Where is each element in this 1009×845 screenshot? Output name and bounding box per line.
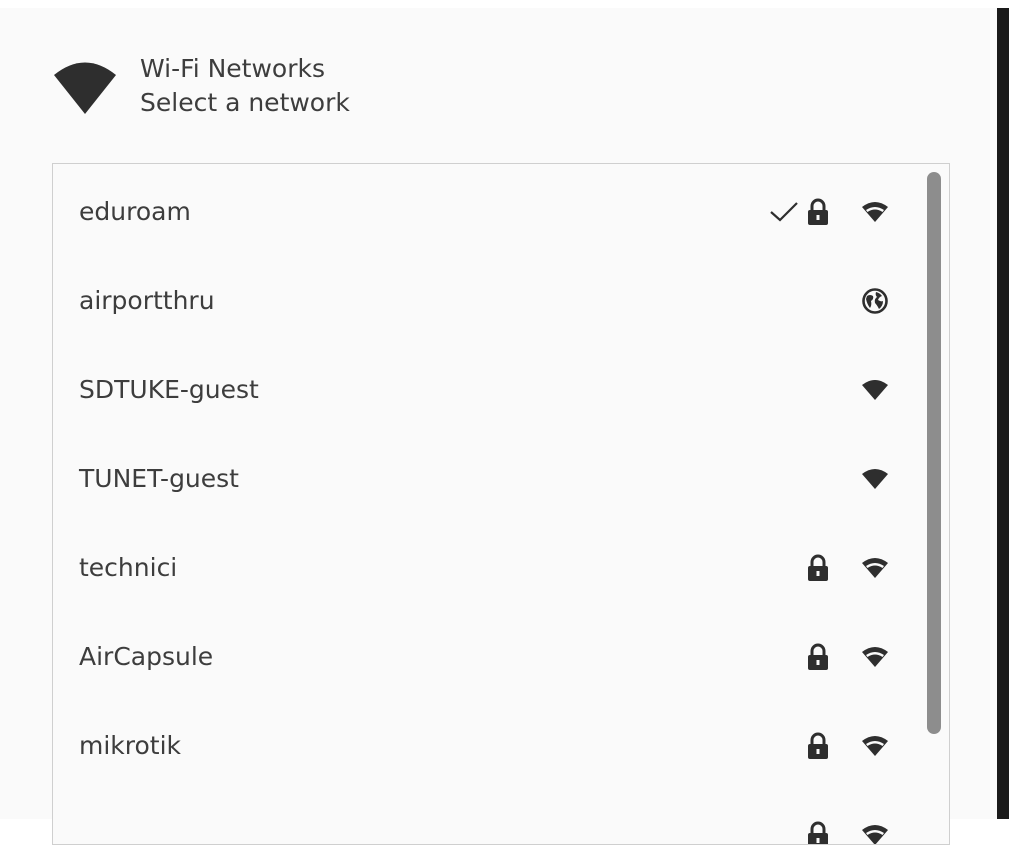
window-edge	[997, 8, 1009, 819]
globe-icon	[859, 284, 891, 318]
lock-icon	[805, 551, 831, 585]
wifi-signal-icon	[859, 195, 891, 229]
dialog-subtitle: Select a network	[140, 86, 350, 120]
network-name: technici	[79, 553, 177, 582]
lock-icon	[805, 818, 831, 845]
network-row[interactable]: TUNET-guest	[53, 434, 921, 523]
wifi-signal-icon	[859, 462, 891, 496]
wifi-signal-icon	[859, 373, 891, 407]
header-text: Wi-Fi Networks Select a network	[140, 52, 350, 120]
lock-icon	[805, 195, 831, 229]
network-row[interactable]: technici	[53, 523, 921, 612]
network-list[interactable]: eduroam airportthru SDTUKE-guest TUNET-gues…	[52, 163, 950, 845]
network-name: AirCapsule	[79, 642, 213, 671]
network-row[interactable]	[53, 790, 921, 845]
lock-icon	[805, 640, 831, 674]
network-name: mikrotik	[79, 731, 181, 760]
lock-icon	[805, 729, 831, 763]
wifi-signal-icon	[859, 551, 891, 585]
network-name: eduroam	[79, 197, 191, 226]
wifi-signal-icon	[859, 640, 891, 674]
network-row[interactable]: eduroam	[53, 167, 921, 256]
wifi-signal-icon	[859, 818, 891, 845]
network-row[interactable]: AirCapsule	[53, 612, 921, 701]
network-name: airportthru	[79, 286, 215, 315]
network-name: SDTUKE-guest	[79, 375, 259, 404]
wifi-signal-icon	[859, 729, 891, 763]
network-row[interactable]: airportthru	[53, 256, 921, 345]
dialog-title: Wi-Fi Networks	[140, 52, 350, 86]
top-strip	[0, 0, 997, 8]
network-row[interactable]: SDTUKE-guest	[53, 345, 921, 434]
network-name: TUNET-guest	[79, 464, 239, 493]
network-row[interactable]: mikrotik	[53, 701, 921, 790]
scrollbar[interactable]	[927, 172, 941, 734]
wifi-dialog: Wi-Fi Networks Select a network eduroam a…	[0, 0, 997, 819]
wifi-signal-icon	[52, 56, 118, 116]
dialog-header: Wi-Fi Networks Select a network	[52, 52, 350, 120]
checkmark-icon	[767, 195, 801, 229]
